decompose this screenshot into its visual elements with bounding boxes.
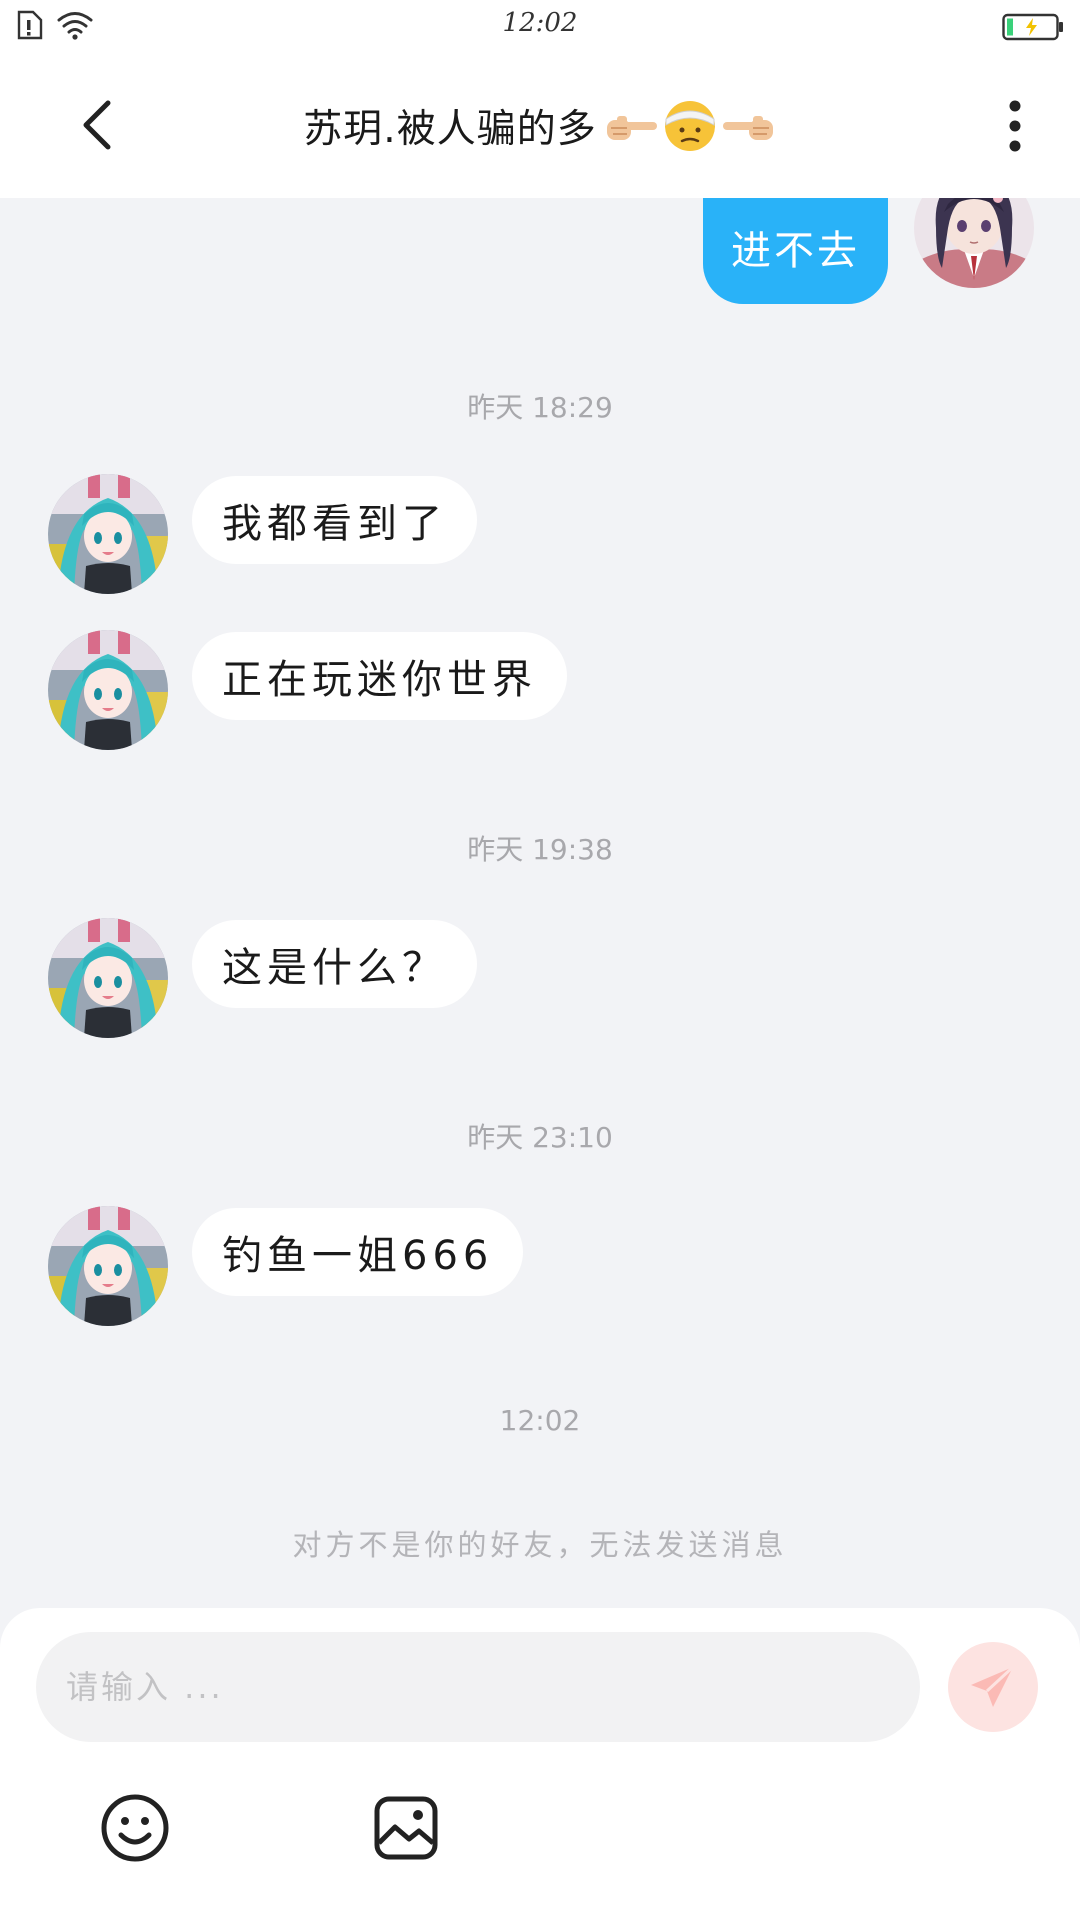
chat-header: 苏玥.被人骗的多 [0, 52, 1080, 198]
message-list[interactable]: 进不去 昨天 18:29 我都看到了 正在玩迷你世界 昨天 19:38 这是什么… [0, 198, 1080, 1608]
avatar-contact[interactable] [48, 474, 168, 594]
message-bubble-incoming[interactable]: 这是什么？ [192, 920, 477, 1008]
back-chevron-icon [83, 100, 111, 150]
message-bubble-incoming[interactable]: 我都看到了 [192, 476, 477, 564]
bandaged-face-emoji-icon [664, 101, 715, 151]
battery-charging-icon [1002, 13, 1064, 45]
timestamp: 12:02 [499, 1404, 581, 1437]
avatar-self[interactable] [914, 198, 1034, 288]
send-button[interactable] [948, 1642, 1038, 1732]
message-incoming: 我都看到了 [48, 474, 477, 594]
title-emojis [603, 99, 777, 153]
chat-title-area: 苏玥.被人骗的多 [160, 98, 920, 154]
status-time: 12:02 [502, 8, 578, 38]
message-incoming: 这是什么？ [48, 918, 477, 1038]
back-button[interactable] [70, 98, 124, 152]
chat-title: 苏玥.被人骗的多 [303, 107, 597, 152]
pointing-right-emoji-icon [606, 116, 657, 140]
more-vertical-icon [1009, 100, 1021, 152]
message-bubble-incoming[interactable]: 正在玩迷你世界 [192, 632, 567, 720]
timestamp: 昨天 18:29 [467, 391, 613, 424]
status-bar: 12:02 [0, 0, 1080, 52]
pointing-left-emoji-icon [722, 116, 773, 140]
image-button[interactable] [370, 1792, 442, 1864]
system-notice: 对方不是你的好友，无法发送消息 [292, 1528, 788, 1562]
message-bubble-incoming[interactable]: 钓鱼一姐666 [192, 1208, 524, 1296]
timestamp: 昨天 19:38 [467, 833, 613, 866]
avatar-contact[interactable] [48, 630, 168, 750]
composer-panel [0, 1608, 1080, 1920]
timestamp: 昨天 23:10 [467, 1121, 613, 1154]
more-options-button[interactable] [990, 96, 1040, 156]
message-bubble-outgoing[interactable]: 进不去 [703, 198, 888, 304]
emoji-icon [101, 1794, 169, 1862]
message-incoming: 钓鱼一姐666 [48, 1206, 524, 1326]
message-input[interactable] [36, 1632, 920, 1742]
emoji-button[interactable] [99, 1792, 171, 1864]
avatar-contact[interactable] [48, 918, 168, 1038]
send-icon [971, 1665, 1015, 1707]
message-incoming: 正在玩迷你世界 [48, 630, 567, 750]
image-icon [374, 1796, 438, 1860]
message-outgoing: 进不去 [703, 198, 1034, 304]
avatar-contact[interactable] [48, 1206, 168, 1326]
